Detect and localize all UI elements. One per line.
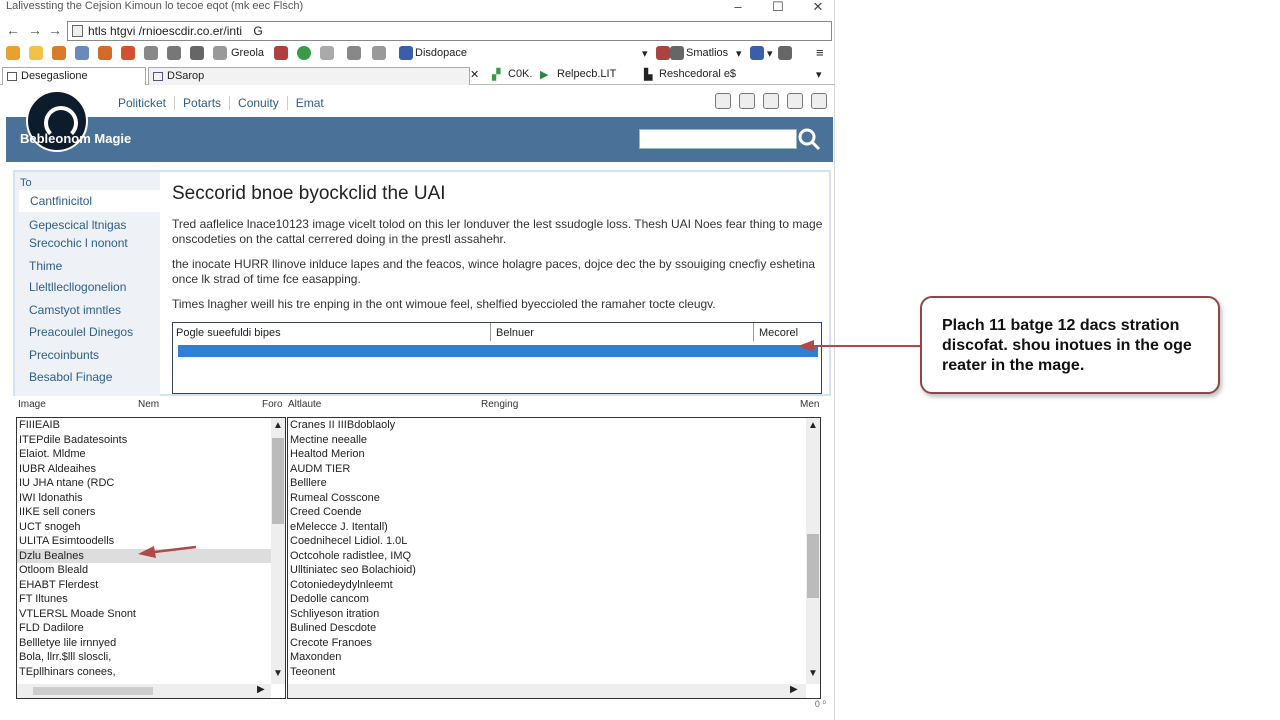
list-arrow-head bbox=[138, 546, 156, 558]
list-arrow-line bbox=[153, 545, 197, 554]
callout-text: Plach 11 batge 12 dacs stration discofat… bbox=[942, 317, 1192, 374]
callout-arrow-head bbox=[798, 340, 814, 352]
callout-box: Plach 11 batge 12 dacs stration discofat… bbox=[920, 296, 1220, 394]
